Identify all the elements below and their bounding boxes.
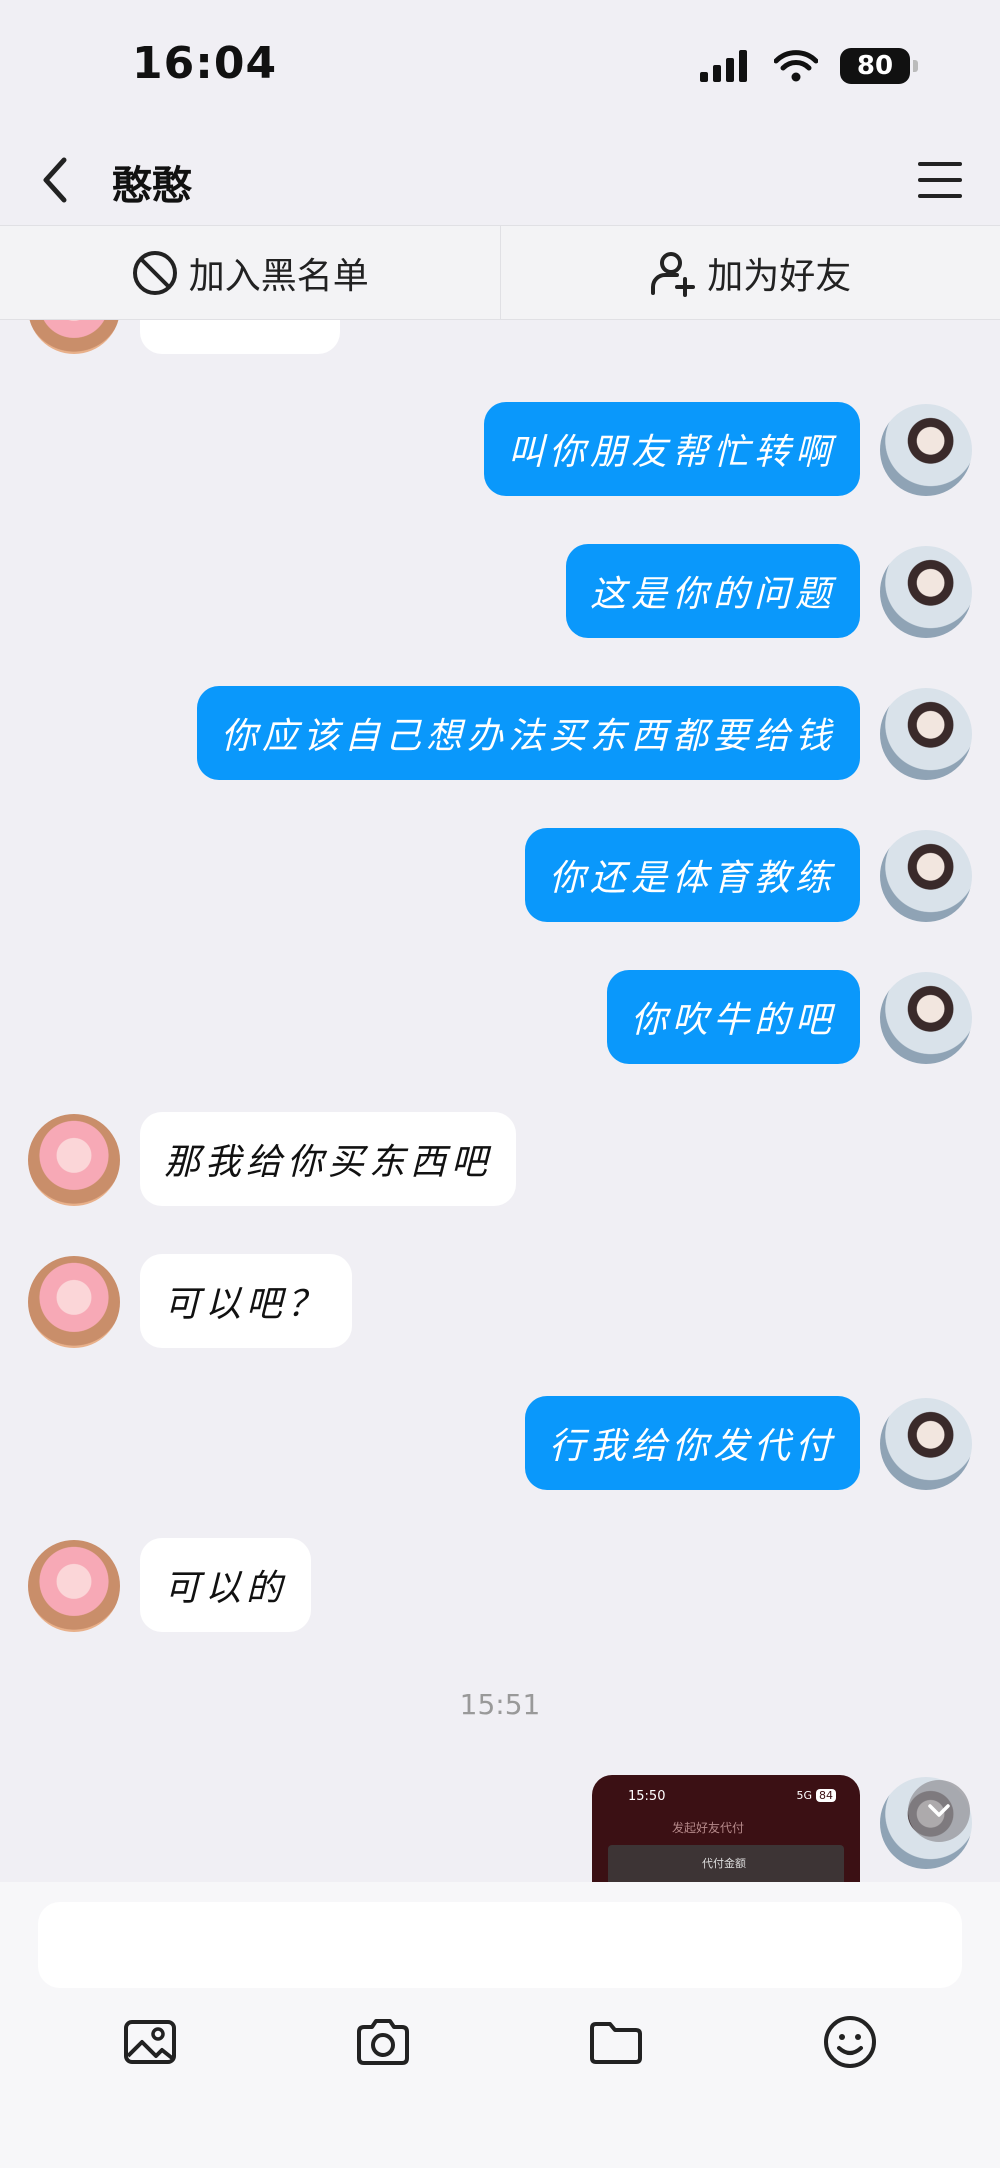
status-time: 16:04 [132,38,278,89]
battery-level: 80 [856,51,894,81]
scroll-to-bottom-button[interactable] [908,1780,970,1842]
my-avatar[interactable] [880,1398,972,1490]
image-icon [124,2020,176,2064]
signal-icon [700,50,747,82]
message-bubble[interactable]: 你应该自己想办法买东西都要给钱 [196,686,860,780]
my-avatar[interactable] [880,830,972,922]
my-avatar[interactable] [880,404,972,496]
chat-scroll[interactable]: 叫你朋友帮忙转啊 这是你的问题 你应该自己想办法买东西都要给钱 你还是体育教练 … [0,320,1000,1882]
folder-icon [590,2022,642,2064]
message-bubble[interactable]: 可以的 [140,1538,312,1632]
emoji-button[interactable] [812,2004,888,2080]
status-bar: 16:04 80 [0,0,1000,135]
contact-avatar[interactable] [28,320,120,354]
back-button[interactable] [30,150,90,210]
shot-title: 发起好友代付 [672,1821,745,1835]
shot-label: 代付金额 [702,1857,746,1870]
action-bar: 加入黑名单 加为好友 [0,225,1000,320]
image-message[interactable]: 15:50 5G 84 发起好友代付 代付金额 [592,1775,860,1882]
contact-avatar[interactable] [28,1114,120,1206]
nav-bar: 憨憨 [0,135,1000,225]
shot-battery: 84 [816,1789,836,1802]
message-row: 你吹牛的吧 [0,970,1000,1066]
my-avatar[interactable] [880,546,972,638]
message-bubble[interactable]: 那我给你买东西吧 [140,1112,517,1206]
camera-button[interactable] [345,2004,421,2080]
message-row: 行我给你发代付 [0,1396,1000,1492]
message-bubble[interactable]: 叫你朋友帮忙转啊 [483,402,860,496]
message-row: 你还是体育教练 [0,828,1000,924]
composer [0,1882,1000,2168]
message-row: 你应该自己想办法买东西都要给钱 [0,686,1000,782]
message-row [0,320,1000,356]
page-title: 憨憨 [112,163,192,209]
message-row: 可以的 [0,1538,1000,1634]
message-bubble[interactable]: 你还是体育教练 [524,828,860,922]
message-row: 叫你朋友帮忙转啊 [0,402,1000,498]
battery-indicator: 80 [840,48,918,84]
my-avatar[interactable] [880,972,972,1064]
hamburger-icon [918,162,962,198]
shot-status-icons: 5G 84 [796,1789,836,1802]
add-user-icon [651,251,696,297]
chevron-left-icon [43,157,67,203]
message-bubble[interactable]: 可以吧？ [140,1254,353,1348]
time-separator: 15:51 [459,1688,541,1721]
shot-signal: 5G [796,1789,812,1802]
block-icon [132,250,177,295]
message-row: 可以吧？ [0,1254,1000,1350]
message-bubble[interactable] [140,320,340,354]
photo-button[interactable] [112,2004,188,2080]
chevron-down-icon [928,1804,950,1817]
contact-avatar[interactable] [28,1256,120,1348]
message-bubble[interactable]: 行我给你发代付 [524,1396,860,1490]
blacklist-label: 加入黑名单 [188,255,369,297]
message-row: 这是你的问题 [0,544,1000,640]
message-row: 15:50 5G 84 发起好友代付 代付金额 [0,1775,1000,1882]
camera-icon [357,2019,409,2065]
message-row: 那我给你买东西吧 [0,1112,1000,1208]
contact-avatar[interactable] [28,1540,120,1632]
my-avatar[interactable] [880,688,972,780]
message-bubble[interactable]: 这是你的问题 [565,544,860,638]
message-bubble[interactable]: 你吹牛的吧 [606,970,860,1064]
emoji-icon [824,2016,876,2068]
shot-status-time: 15:50 [628,1789,666,1804]
wifi-icon [774,50,818,82]
add-friend-button[interactable]: 加为好友 [501,226,1000,319]
file-button[interactable] [578,2004,654,2080]
blacklist-button[interactable]: 加入黑名单 [0,226,501,319]
add-friend-label: 加为好友 [707,255,852,297]
status-icons: 80 [700,48,918,84]
message-input[interactable] [38,1902,962,1988]
menu-button[interactable] [910,150,970,210]
